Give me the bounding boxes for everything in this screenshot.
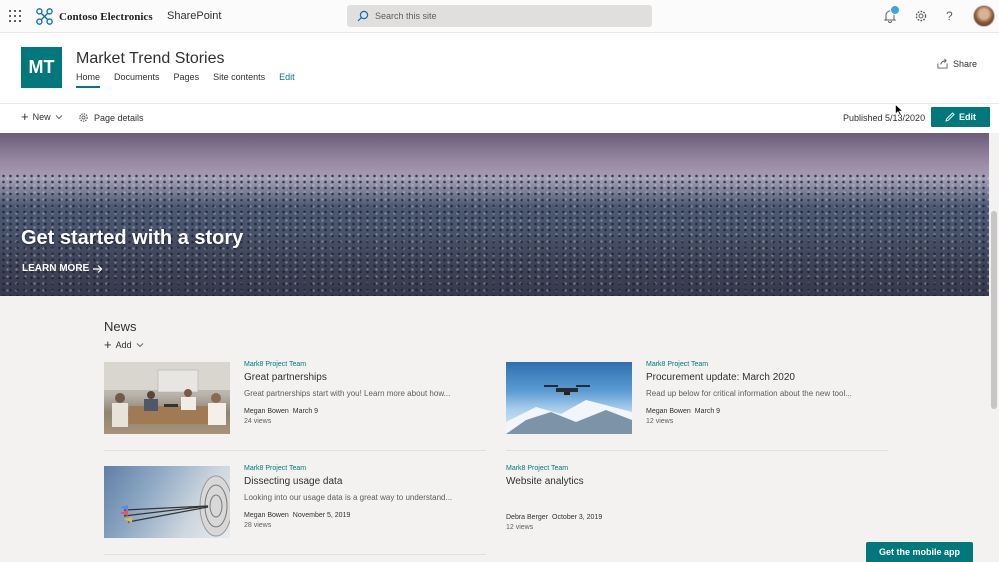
news-author[interactable]: Megan Bowen: [646, 408, 691, 415]
news-meta: Megan Bowen November 5, 2019: [244, 512, 484, 519]
nav-documents[interactable]: Documents: [114, 72, 160, 88]
company-brand[interactable]: Contoso Electronics: [36, 8, 153, 25]
search-box[interactable]: Search this site: [347, 5, 652, 27]
target-arrows-photo-icon: [120, 475, 230, 537]
company-name: Contoso Electronics: [59, 10, 153, 23]
notification-badge: [890, 5, 900, 15]
site-navigation: Home Documents Pages Site contents Edit: [76, 72, 309, 88]
news-author[interactable]: Debra Berger: [506, 514, 548, 521]
page-scrollbar[interactable]: [989, 133, 999, 562]
news-views: 28 views: [244, 522, 272, 529]
site-logo[interactable]: MT: [21, 47, 62, 88]
news-divider: [506, 450, 888, 451]
chevron-down-icon: [136, 343, 143, 348]
new-button[interactable]: + New: [21, 109, 63, 124]
news-source[interactable]: Mark8 Project Team: [646, 361, 886, 368]
news-author[interactable]: Megan Bowen: [244, 408, 289, 415]
news-item-3[interactable]: Mark8 Project Team Dissecting usage data…: [244, 465, 484, 529]
add-label: Add: [115, 340, 132, 350]
app-launcher-icon[interactable]: [9, 10, 21, 22]
hero-banner: Get started with a story LEARN MORE: [0, 133, 999, 296]
plus-icon: +: [21, 109, 29, 124]
news-source[interactable]: Mark8 Project Team: [244, 361, 484, 368]
search-icon: [357, 10, 369, 22]
news-item-4[interactable]: Mark8 Project Team Website analytics Deb…: [506, 465, 746, 531]
nav-home[interactable]: Home: [76, 72, 101, 88]
news-item-2[interactable]: Mark8 Project Team Procurement update: M…: [646, 361, 886, 425]
settings-gear-icon[interactable]: [914, 9, 928, 23]
gear-icon: [79, 113, 88, 122]
share-icon: [937, 58, 948, 69]
news-thumbnail-drone[interactable]: [506, 362, 632, 434]
page-details-label: Page details: [94, 112, 144, 123]
plus-icon: +: [104, 337, 112, 352]
meeting-photo-icon: [104, 362, 230, 427]
nav-site-contents[interactable]: Site contents: [213, 72, 265, 88]
hero-title[interactable]: Get started with a story: [21, 227, 243, 250]
page-details-button[interactable]: Page details: [78, 112, 144, 123]
get-mobile-app-button[interactable]: Get the mobile app: [866, 542, 973, 562]
news-views: 24 views: [244, 418, 272, 425]
edit-label: Edit: [959, 112, 976, 122]
site-title[interactable]: Market Trend Stories: [76, 50, 225, 68]
news-views: 12 views: [506, 524, 534, 531]
news-title[interactable]: Dissecting usage data: [244, 476, 484, 487]
news-divider: [104, 450, 486, 451]
news-item-1[interactable]: Mark8 Project Team Great partnerships Gr…: [244, 361, 484, 425]
news-views: 12 views: [646, 418, 674, 425]
news-source[interactable]: Mark8 Project Team: [244, 465, 484, 472]
share-label: Share: [952, 58, 977, 69]
learn-more-link[interactable]: LEARN MORE: [22, 263, 103, 274]
published-status: Published 5/13/2020: [843, 113, 926, 123]
news-heading: News: [104, 319, 137, 334]
nav-pages[interactable]: Pages: [174, 72, 200, 88]
help-icon[interactable]: ?: [946, 9, 953, 23]
chevron-down-icon: [55, 115, 62, 120]
news-divider: [104, 554, 486, 555]
search-input[interactable]: Search this site: [375, 11, 437, 21]
news-thumbnail-meeting[interactable]: [104, 362, 230, 434]
learn-more-label: LEARN MORE: [22, 263, 90, 274]
command-bar: + New Page details Published 5/13/2020: [0, 104, 999, 133]
news-description: Read up below for critical information a…: [646, 389, 852, 398]
sharepoint-link[interactable]: SharePoint: [167, 10, 221, 22]
news-date: March 9: [694, 408, 721, 415]
site-header: MT Market Trend Stories Home Documents P…: [0, 33, 999, 104]
news-source[interactable]: Mark8 Project Team: [506, 465, 746, 472]
news-meta: Debra Berger October 3, 2019: [506, 514, 746, 521]
news-author[interactable]: Megan Bowen: [244, 512, 289, 519]
news-description: [506, 493, 746, 504]
news-thumbnail-target[interactable]: [104, 466, 230, 538]
drone-photo-icon: [506, 385, 632, 434]
arrow-right-icon: [93, 264, 103, 273]
news-meta: Megan Bowen March 9: [646, 408, 886, 415]
news-meta: Megan Bowen March 9: [244, 408, 484, 415]
news-add-button[interactable]: + Add: [104, 337, 144, 352]
news-date: November 5, 2019: [292, 512, 351, 519]
news-description: Looking into our usage data is a great w…: [244, 493, 453, 502]
suite-bar: Contoso Electronics SharePoint Search th…: [0, 0, 999, 33]
news-date: March 9: [292, 408, 319, 415]
user-avatar[interactable]: [973, 5, 995, 27]
share-button[interactable]: Share: [937, 58, 977, 69]
contoso-logo-icon: [36, 8, 53, 25]
edit-page-button[interactable]: Edit: [931, 107, 990, 127]
news-title[interactable]: Great partnerships: [244, 372, 484, 383]
scrollbar-thumb[interactable]: [991, 211, 997, 409]
new-label: New: [32, 112, 51, 122]
news-date: October 3, 2019: [552, 514, 603, 521]
nav-edit-link[interactable]: Edit: [279, 72, 295, 88]
mouse-cursor-icon: [895, 104, 903, 116]
news-title[interactable]: Procurement update: March 2020: [646, 372, 886, 383]
news-title[interactable]: Website analytics: [506, 476, 746, 487]
news-description: Great partnerships start with you! Learn…: [244, 389, 451, 398]
pencil-icon: [945, 112, 955, 122]
